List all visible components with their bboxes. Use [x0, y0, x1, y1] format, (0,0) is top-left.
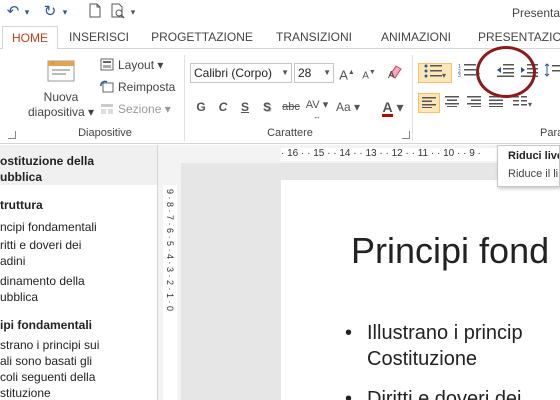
outline-pane[interactable]: ostituzione della ubblica truttura ncipi… [0, 145, 157, 400]
clear-format-button[interactable]: A [384, 63, 406, 83]
strikethrough-button[interactable]: abc [280, 97, 302, 117]
bullets-button[interactable]: ▾ [418, 63, 452, 83]
char-spacing-button[interactable]: AV ▾ ↔ [304, 95, 330, 121]
align-left-button[interactable] [418, 93, 440, 113]
window-title: Presenta [511, 6, 560, 20]
new-slide-label-2: diapositiva ▾ [28, 105, 95, 119]
outline-item[interactable]: adini [0, 253, 157, 269]
group-label-font: Carattere [267, 127, 313, 139]
outline-item[interactable]: strano i principi sui [0, 337, 157, 353]
shadow-button[interactable]: S [260, 97, 274, 117]
outline-item[interactable]: coli seguenti della [0, 369, 157, 385]
svg-text:✹: ✹ [50, 60, 55, 67]
redo-icon[interactable]: ↻ [42, 3, 58, 21]
tooltip-description: Riduce il li [508, 168, 559, 180]
svg-text:3: 3 [458, 73, 461, 77]
tab-design[interactable]: PROGETTAZIONE [146, 26, 258, 48]
tooltip-title: Riduci live [508, 150, 560, 162]
align-center-icon [445, 96, 459, 107]
undo-icon[interactable]: ↶ [4, 3, 22, 21]
reset-icon [100, 80, 114, 94]
layout-button[interactable]: Layout ▾ [100, 55, 163, 75]
shrink-font-button[interactable]: A▼ [360, 63, 378, 83]
customize-qat-icon[interactable]: ▾ [128, 3, 138, 21]
group-label-paragraph: Para [540, 127, 560, 139]
new-slide-icon: ✹ [47, 60, 75, 82]
underline-button[interactable]: S [238, 97, 252, 117]
outline-item[interactable]: ritti e doveri dei [0, 237, 157, 253]
undo-dropdown-icon[interactable]: ▾ [22, 3, 32, 21]
quick-access-toolbar: ↶ ▾ ↻ ▾ ▾ Presenta [0, 0, 560, 26]
annotation-circle [476, 46, 536, 98]
align-right-button[interactable] [464, 93, 484, 113]
new-slide-label: Nuova [43, 90, 79, 104]
outline-item[interactable]: ostituzione della [0, 153, 157, 169]
tab-insert[interactable]: INSERISCI [62, 26, 136, 48]
outline-item[interactable]: ali sono basati gli [0, 353, 157, 369]
slide-canvas: Principi fond • Illustrano i princip Cos… [181, 163, 560, 400]
bold-button[interactable]: G [194, 97, 208, 117]
slide-bullet[interactable]: • Diritti e doveri dei [345, 386, 522, 400]
print-preview-icon[interactable] [108, 3, 128, 21]
vertical-ruler-track: 9 · 8 · 7 · 6 · 5 · 4 · 3 · 2 · 1 · 0 [163, 185, 177, 400]
ribbon-tabs: HOME INSERISCI PROGETTAZIONE TRANSIZIONI… [0, 26, 560, 49]
outline-item[interactable]: truttura [0, 197, 157, 213]
font-name-combo[interactable]: Calibri (Corpo) ▼ [190, 63, 292, 83]
outline-item[interactable]: ubblica [0, 169, 157, 185]
bullet-icon: • [345, 322, 353, 344]
svg-text:A: A [388, 70, 395, 79]
bullets-icon [424, 64, 442, 78]
slides-dialog-launcher[interactable] [8, 131, 16, 139]
vertical-ruler: 9 · 8 · 7 · 6 · 5 · 4 · 3 · 2 · 1 · 0 [157, 145, 181, 400]
slide[interactable]: Principi fond • Illustrano i princip Cos… [281, 180, 560, 400]
section-icon [100, 102, 114, 116]
outline-item[interactable]: dinamento della [0, 273, 157, 289]
group-label-slides: Diapositive [78, 127, 132, 139]
outline-item[interactable]: ipi fondamentali [0, 317, 157, 333]
tooltip: Riduci live Riduce il li [497, 145, 560, 187]
tab-transitions[interactable]: TRANSIZIONI [268, 26, 360, 48]
font-dialog-launcher[interactable] [402, 131, 410, 139]
outline-item[interactable]: stituzione [0, 385, 157, 400]
align-right-icon [467, 96, 481, 107]
group-separator [184, 55, 185, 141]
bullet-icon: • [345, 388, 353, 400]
ribbon: ✹ Nuova diapositiva ▾ Layout ▾ Reimposta… [0, 48, 560, 144]
vertical-ruler-marks: 9 · 8 · 7 · 6 · 5 · 4 · 3 · 2 · 1 · 0 [165, 189, 175, 312]
line-spacing-icon [544, 63, 560, 77]
eraser-icon: A [388, 65, 402, 81]
font-color-button[interactable]: A ▾ [380, 97, 406, 117]
slide-bullet[interactable]: • Illustrano i princip Costituzione [345, 320, 523, 372]
chevron-down-icon: ▼ [323, 68, 331, 77]
redo-dropdown-icon[interactable]: ▾ [60, 3, 70, 21]
change-case-button[interactable]: Aa ▾ [334, 97, 362, 117]
group-separator [412, 55, 413, 141]
align-center-button[interactable] [442, 93, 462, 113]
new-file-icon[interactable] [86, 3, 104, 21]
new-slide-button[interactable]: ✹ Nuova diapositiva ▾ [28, 55, 94, 125]
italic-button[interactable]: C [216, 97, 230, 117]
chevron-down-icon: ▼ [281, 68, 289, 77]
tab-home[interactable]: HOME [2, 26, 58, 49]
slide-title[interactable]: Principi fond [351, 230, 549, 272]
layout-icon [100, 58, 114, 72]
numbering-icon: 123 [458, 64, 476, 79]
outline-item[interactable]: ncipi fondamentali [0, 219, 157, 235]
font-size-combo[interactable]: 28 ▼ [294, 63, 334, 83]
line-spacing-button[interactable] [544, 63, 560, 83]
grow-font-button[interactable]: A▲ [338, 63, 356, 83]
outline-item[interactable]: ubblica [0, 289, 157, 305]
tab-slideshow[interactable]: PRESENTAZION [472, 26, 560, 48]
tab-animations[interactable]: ANIMAZIONI [370, 26, 462, 48]
section-button[interactable]: Sezione ▾ [100, 99, 171, 119]
align-left-icon [422, 97, 436, 108]
reset-button[interactable]: Reimposta [100, 77, 175, 97]
spacing-arrows-icon: ↔ [313, 112, 321, 121]
